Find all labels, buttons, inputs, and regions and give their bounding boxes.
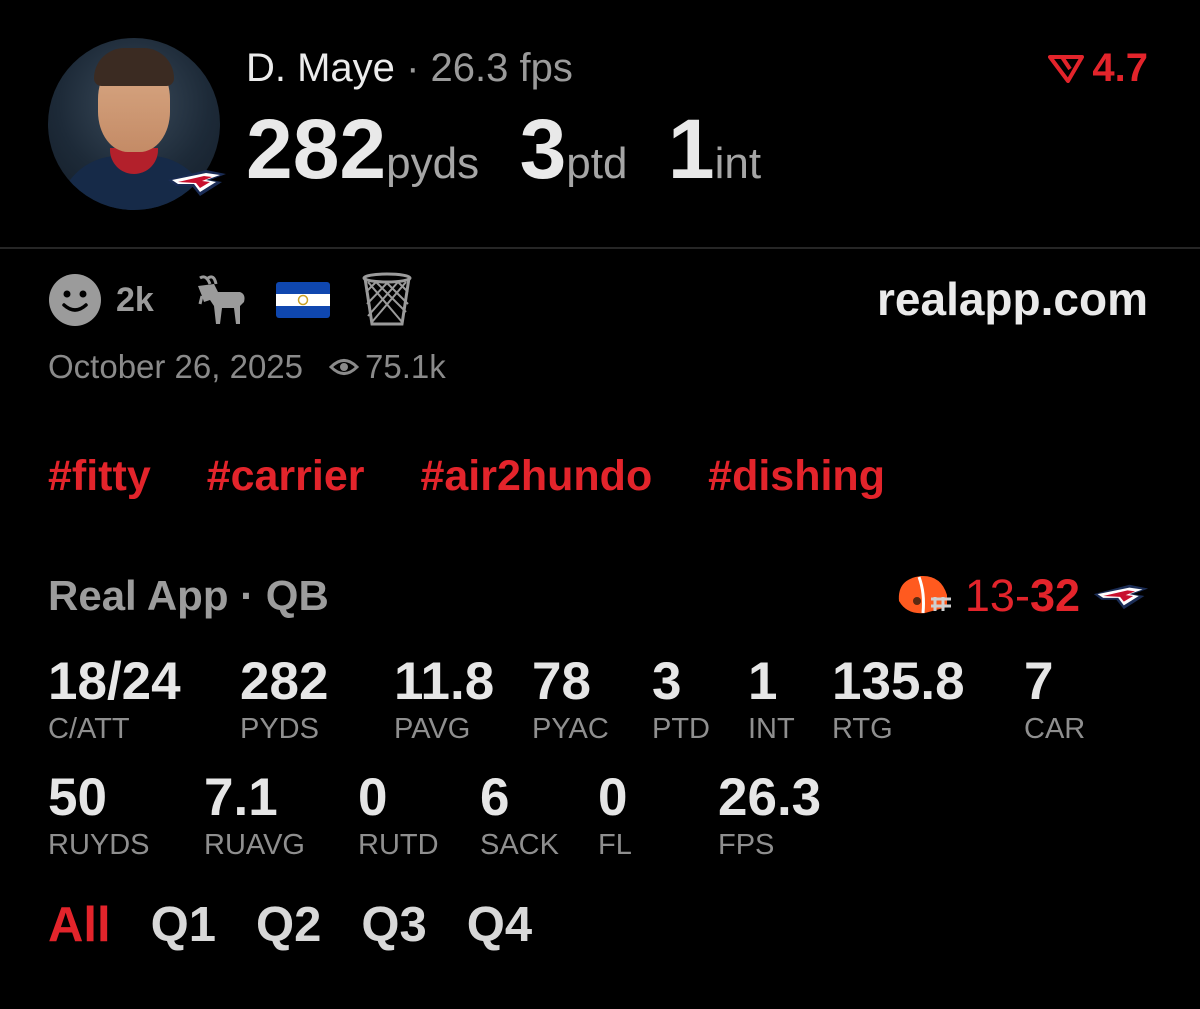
score-dash: -	[1014, 570, 1030, 621]
rating-v-icon	[1048, 55, 1085, 83]
basketball-hoop-icon[interactable]	[362, 272, 412, 328]
stat-label: PAVG	[394, 713, 471, 745]
stat-value: 7.1	[204, 768, 278, 827]
headline-statline: 282pyds 3ptd 1int	[246, 104, 797, 194]
views-count: 75.1k	[329, 348, 446, 386]
views-value: 75.1k	[365, 348, 446, 385]
passing-yards-unit: pyds	[386, 139, 480, 188]
stat-value: 6	[480, 768, 510, 827]
patriots-logo-icon	[168, 170, 226, 196]
stat-int: 1 INT	[748, 652, 795, 746]
rating-badge[interactable]: 4.7	[1048, 44, 1148, 92]
rating-value: 4.7	[1092, 46, 1148, 90]
passing-yards-value: 282	[246, 102, 387, 196]
stat-label: RUYDS	[48, 829, 150, 861]
passing-tds-value: 3	[519, 102, 567, 196]
stat-pyds: 282 PYDS	[240, 652, 328, 746]
stat-label: FL	[598, 829, 632, 861]
game-score[interactable]: 13-32	[895, 570, 1150, 622]
source-label: Real App · QB	[48, 572, 329, 619]
stat-ruyds: 50 RUYDS	[48, 768, 150, 862]
stat-value: 1	[748, 652, 778, 711]
header-divider	[0, 247, 1200, 249]
stat-ruavg: 7.1 RUAVG	[204, 768, 305, 862]
stat-c-att: 18/24 C/ATT	[48, 652, 181, 746]
stat-label: RTG	[832, 713, 893, 745]
stat-value: 0	[598, 768, 628, 827]
stat-pyac: 78 PYAC	[532, 652, 609, 746]
stat-rutd: 0 RUTD	[358, 768, 439, 862]
stat-label: PTD	[652, 713, 710, 745]
stat-value: 78	[532, 652, 591, 711]
separator-dot: ·	[406, 46, 420, 90]
stat-value: 11.8	[394, 652, 495, 711]
post-meta: October 26, 2025 75.1k	[48, 348, 446, 386]
hashtag[interactable]: #air2hundo	[420, 452, 652, 500]
interceptions-unit: int	[714, 139, 762, 188]
hashtag[interactable]: #carrier	[207, 452, 365, 500]
player-fps: 26.3 fps	[430, 46, 573, 90]
stat-label: CAR	[1024, 713, 1086, 745]
stat-value: 3	[652, 652, 682, 711]
stat-label: PYAC	[532, 713, 609, 745]
stat-label: PYDS	[240, 713, 319, 745]
stat-label: FPS	[718, 829, 775, 861]
stat-value: 7	[1024, 652, 1054, 711]
stat-sack: 6 SACK	[480, 768, 559, 862]
player-name[interactable]: D. Maye	[246, 46, 395, 90]
stat-value: 26.3	[718, 768, 822, 827]
hashtag[interactable]: #fitty	[48, 452, 151, 500]
player-header-line: D. Maye · 26.3 fps	[246, 44, 573, 92]
stat-fps: 26.3 FPS	[718, 768, 821, 862]
passing-tds-unit: ptd	[566, 139, 628, 188]
post-date: October 26, 2025	[48, 348, 304, 385]
tab-q1[interactable]: Q1	[151, 897, 216, 953]
home-score: 32	[1029, 570, 1080, 621]
stat-label: INT	[748, 713, 795, 745]
eye-icon	[329, 359, 360, 375]
browns-helmet-icon	[898, 575, 951, 614]
quarter-tabs: All Q1 Q2 Q3 Q4	[48, 897, 532, 953]
el-salvador-flag-icon[interactable]	[275, 282, 330, 318]
patriots-logo-icon	[1093, 584, 1149, 610]
tab-q2[interactable]: Q2	[256, 897, 321, 953]
site-link[interactable]: realapp.com	[877, 272, 1148, 326]
stat-pavg: 11.8 PAVG	[394, 652, 494, 746]
stat-rtg: 135.8 RTG	[832, 652, 965, 746]
goat-icon[interactable]	[192, 272, 248, 328]
stat-label: C/ATT	[48, 713, 130, 745]
stat-value: 135.8	[832, 652, 965, 711]
tab-q4[interactable]: Q4	[467, 897, 532, 953]
avatar-hair	[94, 48, 174, 86]
interceptions-value: 1	[667, 102, 715, 196]
stat-value: 50	[48, 768, 107, 827]
smiley-count: 2k	[116, 280, 154, 319]
stat-value: 0	[358, 768, 388, 827]
stat-ptd: 3 PTD	[652, 652, 710, 746]
tab-all[interactable]: All	[48, 897, 111, 953]
hashtag[interactable]: #dishing	[708, 452, 885, 500]
stat-label: RUAVG	[204, 829, 305, 861]
stat-car: 7 CAR	[1024, 652, 1085, 746]
stat-label: RUTD	[358, 829, 439, 861]
stat-fl: 0 FL	[598, 768, 632, 862]
stat-label: SACK	[480, 829, 559, 861]
stat-value: 18/24	[48, 652, 181, 711]
tab-q3[interactable]: Q3	[361, 897, 426, 953]
stat-value: 282	[240, 652, 329, 711]
smiley-icon[interactable]	[48, 273, 102, 327]
away-score: 13	[964, 570, 1015, 621]
reactions-row: 2k	[48, 270, 412, 330]
hashtags: #fitty #carrier #air2hundo #dishing	[48, 452, 929, 501]
